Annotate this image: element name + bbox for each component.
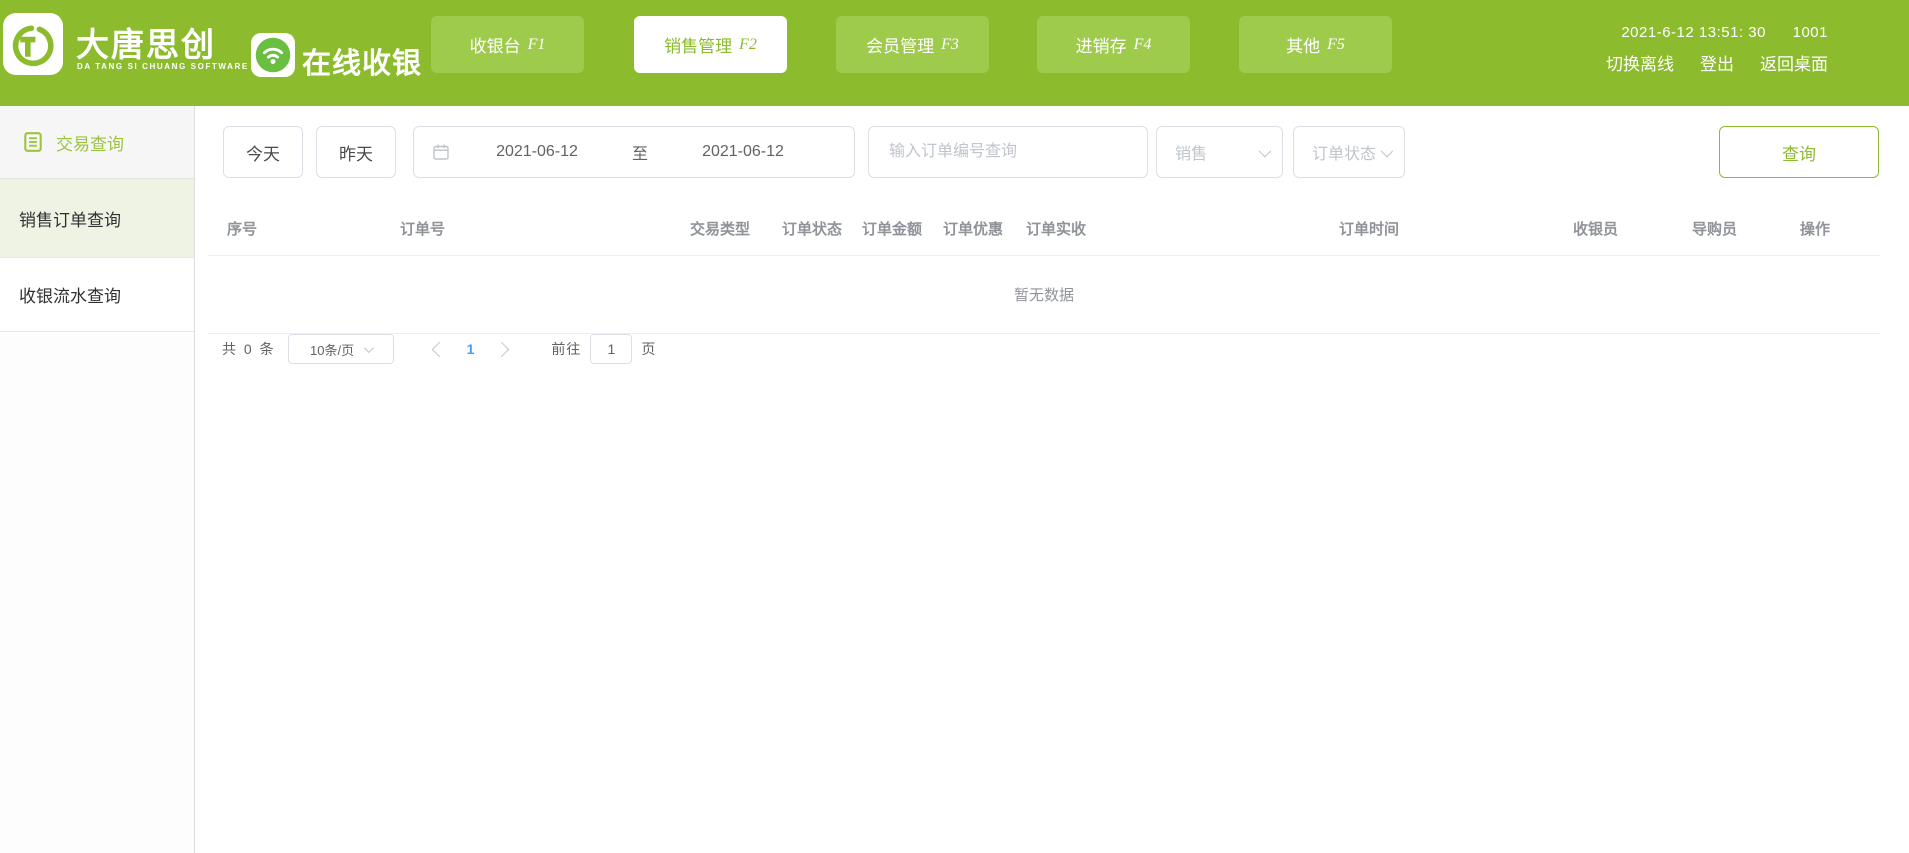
date-to-value[interactable]: 2021-06-12: [684, 143, 802, 161]
sidebar-item-cashier-flow-query[interactable]: 收银流水查询: [0, 258, 194, 332]
page-size-select[interactable]: 10条/页: [287, 334, 394, 364]
datetime-line: 2021-6-12 13:51: 30 1001: [1606, 24, 1828, 41]
brand-name: 大唐思创: [76, 26, 216, 63]
switch-offline-link[interactable]: 切换离线: [1606, 50, 1674, 75]
online-cashier-badge: [251, 33, 295, 77]
logout-link[interactable]: 登出: [1700, 50, 1734, 75]
order-status-value: 订单状态: [1312, 146, 1377, 163]
total-count-text: 共 0 条: [222, 341, 276, 357]
nav-tab-sales-management[interactable]: 销售管理 F2: [634, 16, 787, 73]
date-range-separator: 至: [631, 146, 648, 163]
nav-tab-inventory[interactable]: 进销存 F4: [1037, 16, 1190, 73]
column-header-order-amount: 订单金额: [862, 221, 923, 238]
sidebar-item-transaction-query[interactable]: 交易查询: [0, 106, 194, 179]
table-header-row: 序号 订单号 交易类型 订单状态 订单金额 订单优惠 订单实收 订单时间 收银员…: [208, 200, 1880, 256]
previous-page-icon[interactable]: [431, 341, 447, 357]
terminal-id: 1001: [1792, 24, 1828, 41]
date-from-value[interactable]: 2021-06-12: [478, 143, 596, 161]
back-to-desktop-link[interactable]: 返回桌面: [1760, 50, 1828, 75]
nav-tab-member-management[interactable]: 会员管理 F3: [836, 16, 989, 73]
table-empty-row: 暂无数据: [208, 256, 1880, 334]
search-button[interactable]: 查询: [1719, 126, 1879, 178]
date-range-picker[interactable]: 2021-06-12 至 2021-06-12: [413, 126, 855, 178]
chevron-down-icon: [1380, 144, 1394, 157]
orders-table: 序号 订单号 交易类型 订单状态 订单金额 订单优惠 订单实收 订单时间 收银员…: [208, 200, 1880, 334]
sidebar-item-sales-order-query[interactable]: 销售订单查询: [0, 179, 194, 258]
column-header-cashier: 收银员: [1573, 221, 1619, 238]
nav-tab-cashier[interactable]: 收银台 F1: [431, 16, 584, 73]
sidebar-item-label: 交易查询: [56, 134, 124, 154]
next-page-icon[interactable]: [494, 341, 510, 357]
brand-logo: [3, 13, 63, 75]
yesterday-button[interactable]: 昨天: [316, 126, 396, 178]
column-header-index: 序号: [227, 221, 258, 238]
wifi-icon: [255, 37, 291, 73]
document-list-icon: [24, 132, 42, 152]
current-datetime: 2021-6-12 13:51: 30: [1621, 24, 1766, 41]
column-header-order-status: 订单状态: [782, 221, 843, 238]
sidebar-item-label: 销售订单查询: [19, 210, 121, 230]
order-status-select[interactable]: 订单状态: [1293, 126, 1405, 178]
product-title: 在线收银: [302, 48, 423, 80]
nav-tab-fkey: F2: [739, 35, 757, 53]
column-header-transaction-type: 交易类型: [690, 221, 751, 238]
column-header-order-time: 订单时间: [1339, 221, 1400, 238]
goto-page-input[interactable]: [590, 334, 633, 364]
nav-tab-fkey: F5: [1327, 35, 1345, 53]
chevron-down-icon: [364, 342, 374, 353]
top-bar: 大唐思创 DA TANG SI CHUANG SOFTWARE 在线收银 收银台…: [0, 0, 1909, 106]
column-header-actions: 操作: [1800, 221, 1831, 238]
nav-tab-label: 会员管理: [866, 37, 935, 56]
sidebar: 交易查询 销售订单查询 收银流水查询: [0, 106, 195, 853]
page-unit-label: 页: [641, 341, 656, 357]
header-info: 2021-6-12 13:51: 30 1001 切换离线 登出 返回桌面: [1606, 24, 1828, 75]
transaction-type-value: 销售: [1175, 146, 1208, 163]
nav-tab-label: 收银台: [469, 37, 521, 56]
nav-tab-label: 进销存: [1075, 37, 1127, 56]
chevron-down-icon: [1258, 144, 1272, 157]
column-header-shopping-guide: 导购员: [1692, 221, 1738, 238]
brand-subtitle: DA TANG SI CHUANG SOFTWARE: [77, 62, 249, 71]
column-header-order-no: 订单号: [400, 221, 446, 238]
nav-tab-fkey: F4: [1133, 35, 1152, 53]
nav-tab-fkey: F1: [527, 35, 546, 53]
transaction-type-select[interactable]: 销售: [1156, 126, 1283, 178]
nav-tab-label: 销售管理: [664, 37, 733, 56]
header-links: 切换离线 登出 返回桌面: [1606, 50, 1828, 75]
column-header-order-paid: 订单实收: [1026, 221, 1087, 238]
current-page-number[interactable]: 1: [467, 341, 475, 357]
pos-app-window: 大唐思创 DA TANG SI CHUANG SOFTWARE 在线收银 收银台…: [0, 0, 1909, 853]
pagination-bar: 共 0 条 10条/页 1 前往 页: [222, 334, 655, 364]
page-size-value: 10条/页: [310, 342, 355, 358]
column-header-order-discount: 订单优惠: [943, 221, 1004, 238]
brand-logo-icon: [12, 25, 54, 67]
empty-data-text: 暂无数据: [1013, 287, 1074, 304]
sidebar-item-label: 收银流水查询: [19, 287, 121, 306]
nav-tab-label: 其他: [1286, 37, 1321, 56]
nav-tab-fkey: F3: [941, 35, 959, 53]
nav-tab-others[interactable]: 其他 F5: [1239, 16, 1392, 73]
today-button[interactable]: 今天: [223, 126, 303, 178]
calendar-icon: [432, 143, 450, 161]
order-number-search-input[interactable]: [868, 126, 1148, 178]
goto-page-label: 前往: [551, 341, 582, 357]
main-content: 今天 昨天 2021-06-12 至 2021-06-12 销售 订单状态: [195, 106, 1909, 853]
